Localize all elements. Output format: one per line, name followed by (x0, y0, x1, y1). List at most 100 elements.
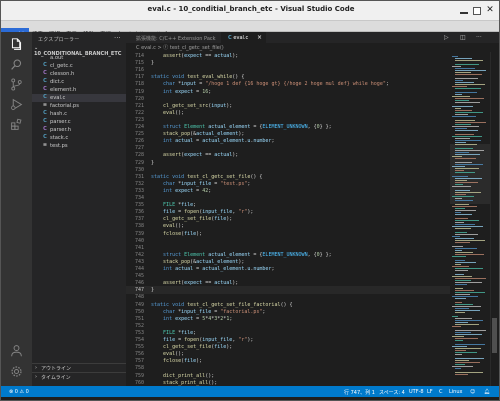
feedback-icon[interactable]: ☺ (470, 389, 475, 395)
minimap-line (455, 214, 472, 215)
minimap-line (452, 336, 464, 337)
code-text: static void test_cl_getc_set_file_factor… (151, 301, 293, 308)
file-item[interactable]: ≡ factorial.ps (32, 102, 126, 110)
minimap-viewport[interactable] (450, 144, 490, 204)
minimap-line (455, 254, 484, 255)
file-item[interactable]: ≡ test.ps (32, 142, 126, 150)
line-number: 746 (134, 280, 144, 287)
language-mode[interactable]: C (439, 389, 443, 395)
minimap-line (455, 310, 480, 311)
tab-eval-c[interactable]: C eval.c × (222, 32, 266, 43)
code-text: } (151, 287, 155, 294)
indentation[interactable]: スペース: 4 (379, 389, 405, 396)
notifications-icon[interactable]: 🔔︎ (484, 389, 490, 395)
manage-gear-icon[interactable] (10, 363, 23, 377)
timeline-section[interactable]: › タイムライン (32, 372, 126, 381)
minimap-line (455, 190, 470, 191)
minimap-line (455, 330, 486, 331)
minimap-line (455, 270, 468, 271)
c-file-icon: C (43, 134, 47, 140)
line-number: 738 (134, 223, 144, 230)
minimap-line (455, 210, 476, 211)
extensions-icon[interactable] (10, 116, 23, 130)
line-number: 734 (134, 195, 144, 201)
minimap-line (452, 106, 473, 107)
end-of-line[interactable]: LF (427, 389, 433, 395)
explorer-icon[interactable] (10, 36, 23, 50)
minimap-line (455, 92, 477, 93)
minimap-line (452, 226, 483, 227)
run-debug-icon[interactable] (10, 96, 23, 111)
line-number: 758 (134, 365, 144, 372)
more-actions-icon[interactable]: ··· (114, 34, 121, 42)
search-icon[interactable] (10, 56, 23, 70)
vscode-window: eval.c - 10_conditial_branch_etc - Visua… (0, 0, 500, 401)
file-item[interactable]: Celement.h (32, 86, 126, 94)
minimap-line (455, 362, 480, 363)
minimap-line (452, 266, 469, 267)
file-item[interactable]: a.out (32, 54, 126, 62)
minimap-line (455, 70, 486, 71)
line-number: 722 (134, 109, 144, 116)
account-icon[interactable] (10, 342, 23, 357)
maximize-button[interactable] (473, 7, 481, 15)
code-text: eval(); (163, 351, 185, 358)
file-item[interactable]: Cparser.h (32, 126, 126, 134)
minimap-line (455, 242, 470, 243)
c-file-icon: C (43, 62, 47, 68)
minimap-line (455, 178, 482, 179)
close-tab-icon[interactable]: × (257, 34, 262, 41)
platform[interactable]: Linux (449, 389, 462, 395)
minimap-line (455, 72, 471, 73)
code-text: int actual = actual_element.u.number; (163, 266, 275, 272)
minimap-line (455, 100, 469, 101)
code-text: char *input_file = "test.ps"; (163, 180, 251, 187)
code-text: assert(expect == actual); (163, 152, 239, 159)
line-number: 736 (134, 209, 144, 216)
minimap-line (455, 334, 482, 335)
problems-indicator[interactable]: ⊗ 0 ⚠ 0 (9, 389, 29, 395)
code-text: char *input_file = "factorial.ps"; (163, 308, 266, 315)
source-control-icon[interactable] (10, 76, 23, 91)
more-actions-icon[interactable]: ··· (476, 34, 482, 41)
file-item[interactable]: Cdict.c (32, 78, 126, 86)
file-name: parser.h (50, 127, 72, 133)
minimap[interactable] (450, 52, 490, 386)
scrollbar-thumb[interactable] (492, 318, 497, 353)
minimap-line (452, 156, 462, 157)
file-item[interactable]: Cstack.c (32, 134, 126, 142)
cursor-position[interactable]: 行 747、列 1 (344, 389, 375, 396)
minimap-line (455, 368, 461, 369)
line-number: 729 (134, 159, 144, 166)
minimap-line (455, 184, 463, 185)
file-item[interactable]: Cclesson.h (32, 70, 126, 78)
tab-extension-pack[interactable]: 拡張機能: C/C++ Extension Pack (126, 32, 222, 43)
vertical-scrollbar[interactable] (490, 52, 498, 386)
file-item[interactable]: Cparser.c (32, 118, 126, 126)
close-button[interactable]: ✕ (486, 6, 494, 15)
run-code-icon[interactable]: ▷ (444, 34, 449, 41)
file-item[interactable]: Ccl_getc.c (32, 62, 126, 70)
outline-section[interactable]: › アウトライン (32, 363, 126, 372)
file-name: cl_getc.c (50, 63, 73, 69)
editor-tabs: 拡張機能: C/C++ Extension Pack C eval.c × ▷ ◫… (126, 32, 499, 43)
minimap-line (455, 268, 483, 269)
minimap-line (455, 164, 483, 165)
outline-label: アウトライン (41, 366, 72, 372)
minimap-line (452, 206, 477, 207)
file-item[interactable]: Chash.c (32, 110, 126, 118)
breadcrumb[interactable]: C eval.c > ⓕ test_cl_getc_set_file() (126, 43, 499, 52)
file-item[interactable]: Ceval.c (32, 94, 126, 102)
minimap-line (455, 324, 479, 325)
minimize-button[interactable] (460, 12, 468, 14)
minimap-line (452, 96, 470, 97)
minimap-line (455, 344, 485, 345)
minimap-line (455, 372, 483, 373)
minimap-line (452, 346, 467, 347)
minimap-line (455, 82, 474, 83)
line-number: 731 (134, 173, 144, 180)
line-number: 739 (134, 230, 144, 237)
encoding[interactable]: UTF-8 (409, 389, 424, 395)
split-editor-icon[interactable]: ◫ (460, 34, 466, 41)
code-editor[interactable]: 714 assert(expect == actual); 715} 716 717 s… (126, 52, 499, 386)
